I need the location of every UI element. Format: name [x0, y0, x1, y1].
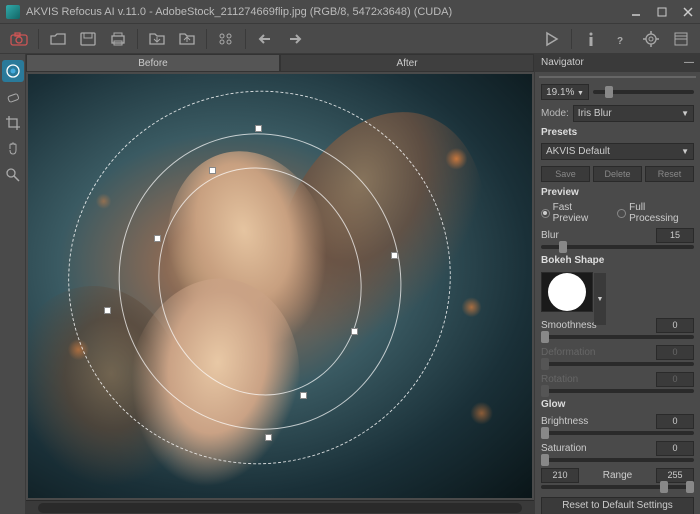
panel-toggle-icon[interactable] [669, 27, 693, 51]
rotation-value: 0 [656, 372, 694, 387]
close-button[interactable] [682, 6, 694, 18]
full-processing-radio[interactable]: Full Processing [617, 202, 694, 224]
focus-area-tool-icon[interactable] [2, 60, 24, 82]
svg-text:?: ? [617, 36, 623, 47]
navigator-thumbnail[interactable] [539, 76, 696, 78]
bokeh-label: Bokeh Shape [535, 253, 700, 268]
focus-handle[interactable] [104, 307, 111, 314]
image-viewport[interactable] [28, 74, 532, 498]
preset-delete-button[interactable]: Delete [593, 166, 642, 182]
blur-value[interactable]: 15 [656, 228, 694, 243]
range-from-value[interactable]: 210 [541, 468, 579, 483]
focus-handle[interactable] [265, 434, 272, 441]
hand-tool-icon[interactable] [2, 138, 24, 160]
titlebar: AKVIS Refocus AI v.11.0 - AdobeStock_211… [0, 0, 700, 24]
bokeh-shape-dropdown[interactable]: ▼ [594, 273, 606, 325]
preset-reset-button[interactable]: Reset [645, 166, 694, 182]
left-toolbar [0, 54, 26, 514]
focus-handle[interactable] [255, 125, 262, 132]
eraser-tool-icon[interactable] [2, 86, 24, 108]
run-icon[interactable] [540, 27, 564, 51]
focus-handle[interactable] [351, 328, 358, 335]
export-icon[interactable] [145, 27, 169, 51]
saturation-value[interactable]: 0 [656, 441, 694, 456]
focus-handle[interactable] [154, 235, 161, 242]
collapse-icon[interactable]: — [684, 54, 694, 72]
deformation-label: Deformation [541, 347, 652, 358]
open-icon[interactable] [46, 27, 70, 51]
saturation-slider[interactable] [541, 458, 694, 462]
help-icon[interactable]: ? [609, 27, 633, 51]
tab-before[interactable]: Before [26, 54, 280, 72]
range-slider[interactable] [541, 485, 694, 489]
focus-handle[interactable] [391, 252, 398, 259]
bokeh-shape-preview: ▼ [541, 272, 593, 312]
brightness-label: Brightness [541, 416, 652, 427]
preview-label: Preview [535, 185, 700, 200]
zoom-tool-icon[interactable] [2, 164, 24, 186]
settings-icon[interactable] [639, 27, 663, 51]
smoothness-value[interactable]: 0 [656, 318, 694, 333]
blur-label: Blur [541, 230, 652, 241]
batch-icon[interactable] [214, 27, 238, 51]
glow-label: Glow [535, 397, 700, 412]
preset-dropdown[interactable]: AKVIS Default▼ [541, 143, 694, 160]
zoom-slider[interactable] [593, 90, 694, 94]
redo-icon[interactable] [283, 27, 307, 51]
window-title: AKVIS Refocus AI v.11.0 - AdobeStock_211… [26, 6, 630, 18]
main-toolbar: ? [0, 24, 700, 54]
saturation-label: Saturation [541, 443, 652, 454]
app-icon [6, 5, 20, 19]
presets-label: Presets [535, 125, 700, 140]
blur-slider[interactable] [541, 245, 694, 249]
maximize-button[interactable] [656, 6, 668, 18]
brightness-value[interactable]: 0 [656, 414, 694, 429]
crop-tool-icon[interactable] [2, 112, 24, 134]
print-icon[interactable] [106, 27, 130, 51]
info-icon[interactable] [579, 27, 603, 51]
minimize-button[interactable] [630, 6, 642, 18]
rotation-label: Rotation [541, 374, 652, 385]
deformation-value: 0 [656, 345, 694, 360]
zoom-value[interactable]: 19.1% ▼ [541, 84, 589, 100]
brightness-slider[interactable] [541, 431, 694, 435]
rotation-slider [541, 389, 694, 393]
save-icon[interactable] [76, 27, 100, 51]
mode-label: Mode: [541, 108, 569, 119]
horizontal-scrollbar[interactable] [26, 500, 534, 514]
fast-preview-radio[interactable]: Fast Preview [541, 202, 607, 224]
preset-save-button[interactable]: Save [541, 166, 590, 182]
undo-icon[interactable] [253, 27, 277, 51]
smoothness-slider[interactable] [541, 335, 694, 339]
mode-dropdown[interactable]: Iris Blur▼ [573, 105, 694, 122]
right-panel: Navigator — 19.1% ▼ Mode: Iris Blur▼ Pre… [534, 54, 700, 514]
deformation-slider [541, 362, 694, 366]
reset-defaults-button[interactable]: Reset to Default Settings [541, 497, 694, 514]
tab-after[interactable]: After [280, 54, 534, 72]
focus-handle[interactable] [300, 392, 307, 399]
focus-handle[interactable] [209, 167, 216, 174]
import-icon[interactable] [175, 27, 199, 51]
range-label: Range [583, 470, 652, 481]
navigator-header: Navigator — [535, 54, 700, 72]
camera-icon[interactable] [7, 27, 31, 51]
